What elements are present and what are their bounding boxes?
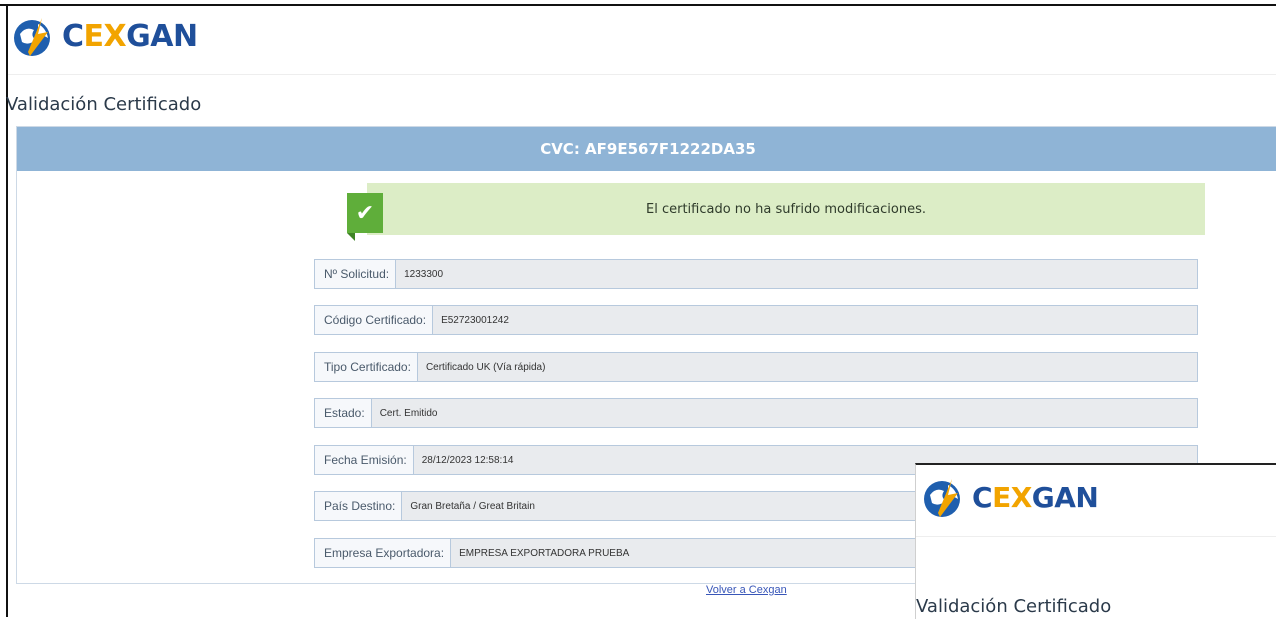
field-codigo-certificado: Código Certificado: E52723001242 [314,305,1198,335]
field-label: Código Certificado: [314,305,433,335]
window-frame-top [0,4,1276,6]
success-alert: ✔ El certificado no ha sufrido modificac… [347,183,1205,241]
field-value: 1233300 [395,259,1198,289]
field-value: Certificado UK (Vía rápida) [416,352,1198,382]
field-label: País Destino: [314,491,402,521]
cexgan-logo[interactable]: CEXGAN [8,12,198,60]
overlay-header-divider [916,536,1276,537]
field-label: Empresa Exportadora: [314,538,451,568]
field-estado: Estado: Cert. Emitido [314,398,1198,428]
field-label: Nº Solicitud: [314,259,396,289]
globe-icon [8,12,56,60]
overlay-cexgan-logo[interactable]: CEXGAN [918,473,1099,521]
header-divider [8,74,1276,75]
field-solicitud: Nº Solicitud: 1233300 [314,259,1198,289]
field-label: Tipo Certificado: [314,352,417,382]
field-tipo-certificado: Tipo Certificado: Certificado UK (Vía rá… [314,352,1198,382]
field-value: Cert. Emitido [370,398,1198,428]
field-label: Estado: [314,398,371,428]
cvc-header: CVC: AF9E567F1222DA35 [17,127,1276,171]
alert-message: El certificado no ha sufrido modificacio… [646,201,926,217]
field-value: E52723001242 [432,305,1198,335]
overlay-page-title: Validación Certificado [916,596,1112,617]
brand-name: CEXGAN [62,18,198,54]
back-to-cexgan-link[interactable]: Volver a Cexgan [706,584,787,596]
brand-name: CEXGAN [972,480,1099,514]
field-label: Fecha Emisión: [314,445,413,475]
alert-badge: ✔ [347,193,383,241]
check-icon: ✔ [355,200,375,226]
overlay-screenshot: CEXGAN Validación Certificado [915,463,1276,619]
globe-icon [918,473,966,521]
page-title: Validación Certificado [6,94,202,115]
